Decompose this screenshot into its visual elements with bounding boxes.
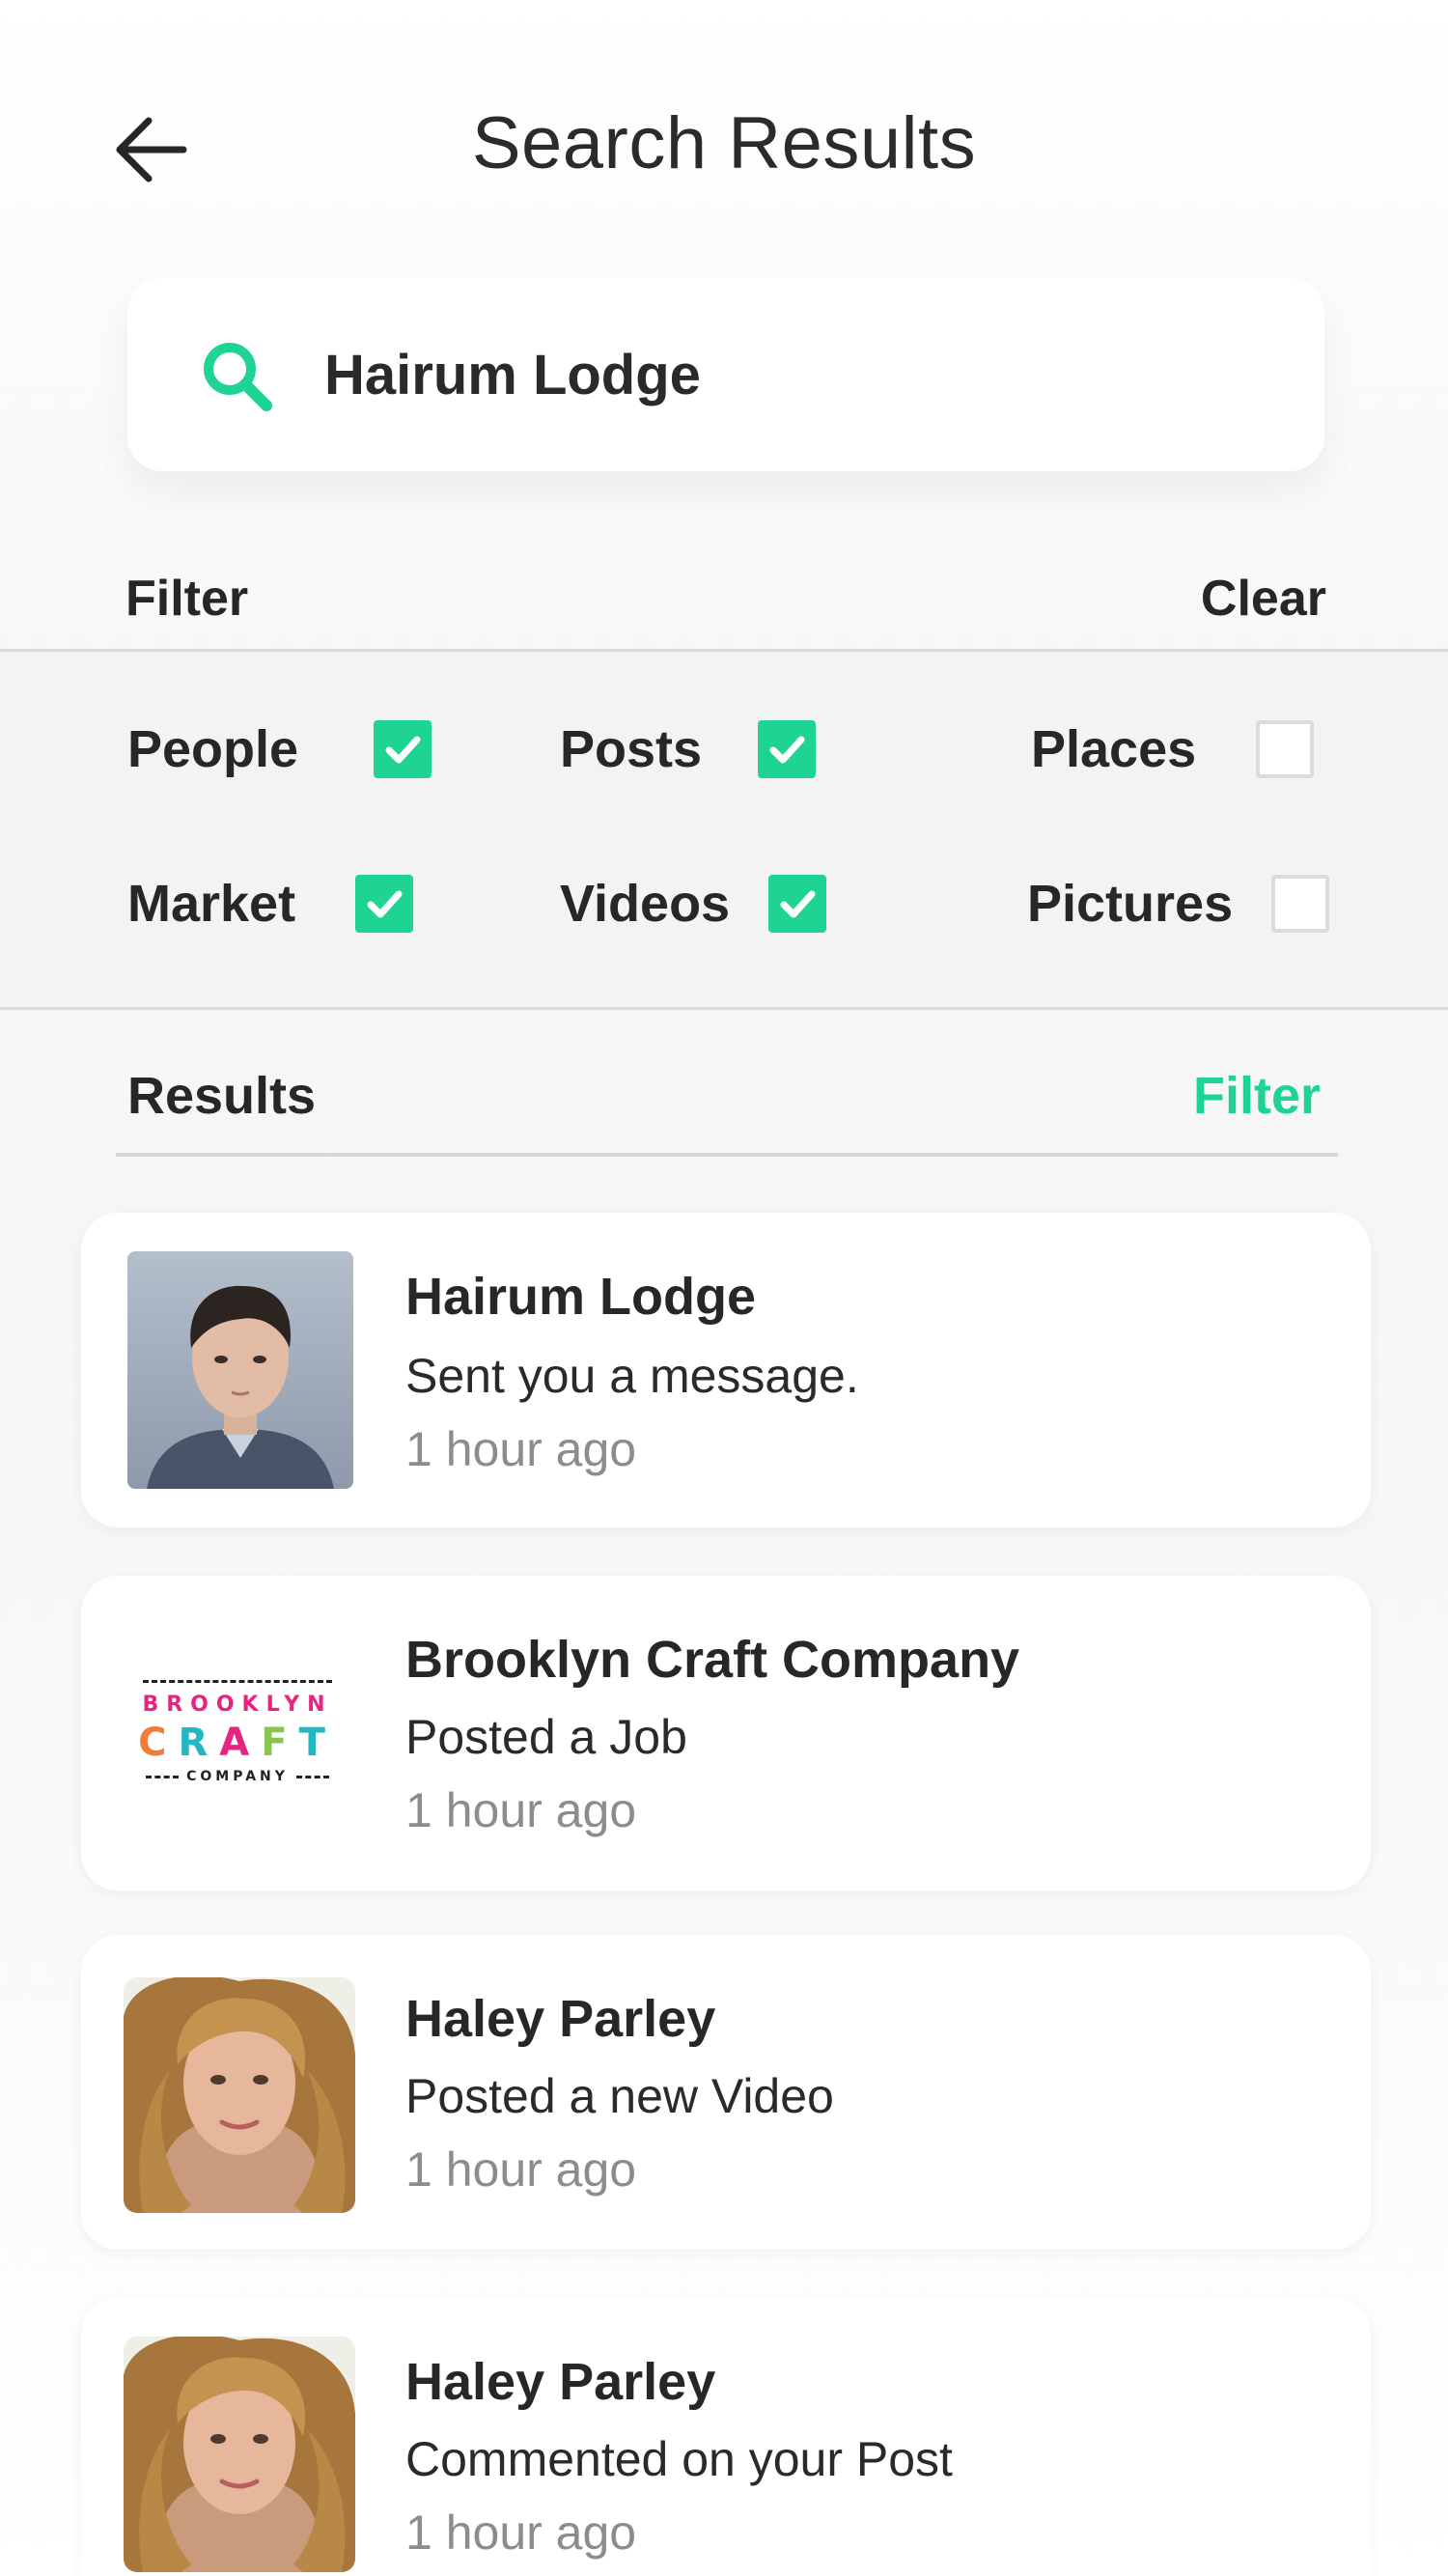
result-subtitle: Posted a new Video: [405, 2069, 834, 2123]
check-icon: [385, 736, 421, 764]
search-icon[interactable]: [199, 338, 276, 415]
filter-option-videos[interactable]: Videos: [560, 874, 827, 934]
result-title: Hairum Lodge: [405, 1268, 757, 1326]
woman-portrait-avatar: [124, 2337, 355, 2572]
results-header: Results Filter: [116, 1060, 1338, 1157]
filter-header: Filter Clear: [0, 560, 1448, 653]
search-input[interactable]: [324, 326, 1270, 423]
result-card[interactable]: BROOKLYN CRAFT COMPANY Brooklyn Craft Co…: [81, 1576, 1371, 1890]
result-subtitle: Sent you a message.: [405, 1349, 859, 1403]
result-title: Haley Parley: [405, 2353, 716, 2411]
filter-option-places[interactable]: Places: [1031, 719, 1315, 779]
filter-option-market[interactable]: Market: [127, 874, 414, 934]
avatar: [127, 1251, 353, 1489]
results-label: Results: [127, 1067, 317, 1125]
filter-option-pictures[interactable]: Pictures: [1027, 874, 1330, 934]
result-subtitle: Posted a Job: [405, 1710, 687, 1764]
result-time: 1 hour ago: [405, 1422, 637, 1476]
header: Search Results: [0, 0, 1448, 290]
check-icon: [367, 890, 403, 918]
clear-button[interactable]: Clear: [1201, 570, 1326, 628]
result-card[interactable]: Hairum Lodge Sent you a message. 1 hour …: [81, 1213, 1371, 1527]
avatar: [124, 2337, 355, 2572]
checkbox-unchecked[interactable]: [1271, 875, 1330, 933]
checkbox-checked[interactable]: [355, 875, 414, 933]
checkbox-checked[interactable]: [768, 875, 827, 933]
man-portrait-avatar: [127, 1251, 353, 1489]
woman-portrait-avatar: [124, 1977, 355, 2213]
result-subtitle: Commented on your Post: [405, 2432, 953, 2486]
filter-option-label: Posts: [560, 720, 703, 778]
result-title: Brooklyn Craft Company: [405, 1631, 1020, 1689]
filter-panel: People Posts Places Market Videos Pictur…: [0, 649, 1448, 1010]
checkbox-checked[interactable]: [758, 720, 817, 778]
search-bar[interactable]: [127, 278, 1324, 471]
results-filter-button[interactable]: Filter: [1193, 1066, 1321, 1126]
page-title: Search Results: [471, 102, 977, 184]
check-icon: [780, 890, 816, 918]
brooklyn-craft-logo: BROOKLYN CRAFT COMPANY: [124, 1612, 351, 1852]
checkbox-checked[interactable]: [374, 720, 432, 778]
filter-option-people[interactable]: People: [127, 719, 432, 779]
filter-option-label: Videos: [560, 875, 731, 933]
avatar: BROOKLYN CRAFT COMPANY: [124, 1612, 351, 1852]
filter-label: Filter: [125, 571, 249, 627]
result-card[interactable]: Haley Parley Commented on your Post 1 ho…: [81, 2298, 1371, 2576]
result-time: 1 hour ago: [405, 2142, 637, 2197]
filter-option-label: People: [127, 720, 299, 778]
result-time: 1 hour ago: [405, 1783, 637, 1837]
avatar: [124, 1977, 355, 2213]
result-card[interactable]: Haley Parley Posted a new Video 1 hour a…: [81, 1935, 1371, 2250]
result-time: 1 hour ago: [405, 2506, 637, 2560]
filter-option-posts[interactable]: Posts: [560, 719, 817, 779]
filter-option-label: Pictures: [1027, 875, 1234, 933]
check-icon: [769, 736, 805, 764]
result-title: Haley Parley: [405, 1990, 716, 2048]
filter-option-label: Market: [127, 875, 296, 933]
filter-option-label: Places: [1031, 720, 1197, 778]
checkbox-unchecked[interactable]: [1256, 720, 1315, 778]
